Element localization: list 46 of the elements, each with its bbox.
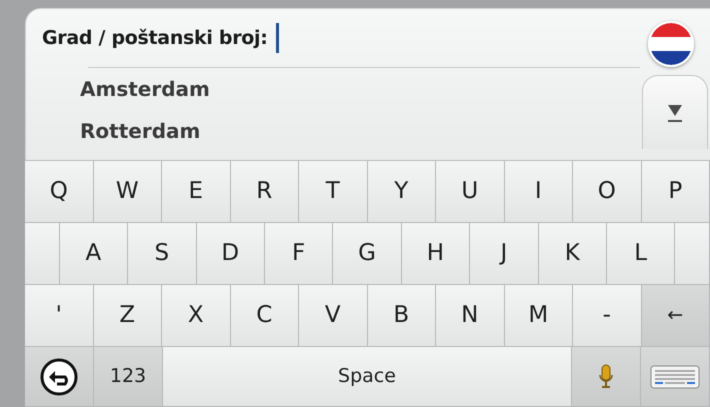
key[interactable]: X	[162, 285, 230, 347]
microphone-icon	[598, 364, 614, 390]
key[interactable]: J	[470, 223, 539, 285]
key[interactable]: U	[436, 161, 504, 223]
key[interactable]: G	[333, 223, 402, 285]
key[interactable]: Y	[368, 161, 436, 223]
flag-icon[interactable]	[648, 21, 694, 67]
key[interactable]: Q	[25, 161, 94, 223]
key[interactable]: D	[196, 223, 265, 285]
key[interactable]: L	[606, 223, 676, 285]
key[interactable]: W	[94, 161, 162, 223]
key[interactable]: T	[299, 161, 368, 223]
function-key[interactable]: 123	[94, 347, 163, 407]
field-label: Grad / poštanski broj:	[42, 26, 268, 51]
blank-key	[25, 223, 60, 285]
key[interactable]: I	[504, 161, 573, 223]
suggestion-item[interactable]: Rotterdam	[80, 118, 640, 144]
key[interactable]: K	[538, 223, 607, 285]
key[interactable]: Z	[94, 285, 162, 347]
scroll-down-button[interactable]	[642, 75, 708, 149]
keyboard-switch-key[interactable]	[641, 347, 710, 407]
key[interactable]: P	[642, 161, 710, 223]
suggestion-item[interactable]: Amsterdam	[80, 76, 640, 102]
key[interactable]: A	[60, 223, 128, 285]
key[interactable]: N	[436, 285, 504, 347]
key[interactable]: B	[368, 285, 436, 347]
key[interactable]: H	[402, 223, 470, 285]
key[interactable]: '	[25, 285, 94, 347]
key[interactable]: V	[299, 285, 368, 347]
key[interactable]: E	[162, 161, 230, 223]
key[interactable]: F	[264, 223, 334, 285]
key[interactable]: S	[128, 223, 197, 285]
down-arrow-icon	[667, 102, 683, 122]
back-button[interactable]	[25, 347, 94, 407]
back-icon	[40, 358, 78, 396]
key[interactable]: R	[230, 161, 299, 223]
key[interactable]: O	[573, 161, 642, 223]
space-key[interactable]: Space	[163, 347, 572, 407]
keyboard-icon	[650, 364, 700, 388]
function-key[interactable]: ←	[642, 285, 710, 347]
key[interactable]: M	[504, 285, 573, 347]
text-cursor	[276, 23, 279, 53]
blank-key	[675, 223, 710, 285]
key[interactable]: -	[573, 285, 642, 347]
key[interactable]: C	[230, 285, 299, 347]
voice-input-key[interactable]	[572, 347, 641, 407]
